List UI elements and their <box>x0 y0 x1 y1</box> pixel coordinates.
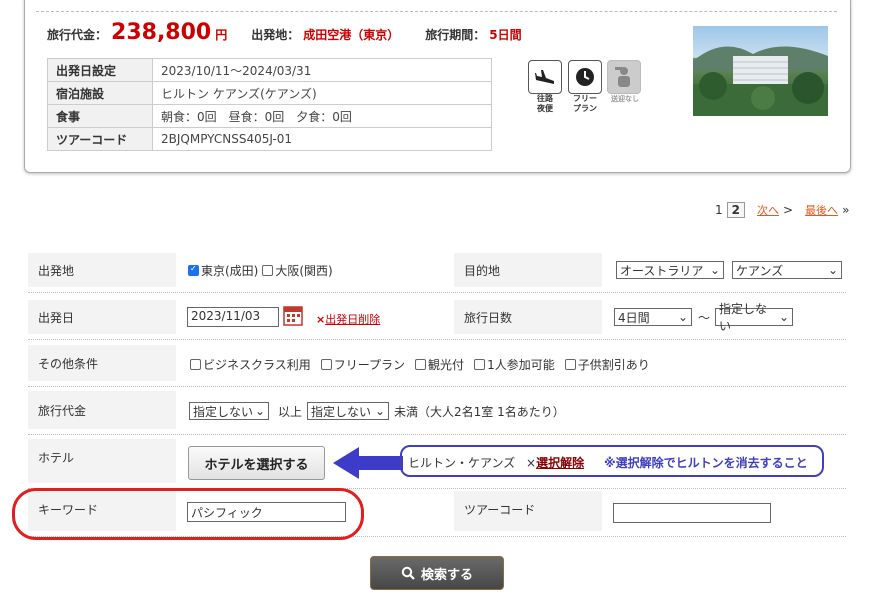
table-row: ツアーコード 2BJQMPYCNSS405J-01 <box>47 127 492 151</box>
days-separator: 〜 <box>698 311 711 325</box>
dep-osaka-checkbox[interactable] <box>262 265 274 276</box>
keyword-highlight-ellipse <box>12 488 364 540</box>
chevron-down-icon: ⌄ <box>827 263 838 277</box>
period-label: 旅行期間： <box>425 28 486 42</box>
guide-icon <box>607 60 641 94</box>
last-link[interactable]: 最後へ <box>805 202 838 218</box>
row-header: ツアーコード <box>47 127 153 151</box>
days-to-select[interactable]: 指定しない ⌄ <box>715 302 793 333</box>
chevron-down-icon: ⌄ <box>677 310 688 324</box>
next-arrow-icon: > <box>783 203 794 217</box>
dep-tokyo-label: 東京(成田) <box>201 264 259 278</box>
hotel-label: ホテル <box>28 439 176 483</box>
tour-info-table: 出発日設定 2023/10/11〜2024/03/31 宿泊施設 ヒルトン ケアンズ… <box>47 58 492 151</box>
chevron-down-icon: ⌄ <box>709 263 720 277</box>
option-free-plan[interactable]: フリープラン <box>320 356 405 373</box>
price-max-select[interactable]: 指定しない ⌄ <box>307 402 389 420</box>
option-solo[interactable]: 1人参加可能 <box>474 356 555 373</box>
arrow-left-icon <box>333 446 403 484</box>
price-filter-label: 旅行代金 <box>28 391 176 429</box>
calendar-icon[interactable] <box>283 304 303 330</box>
no-transfer-badge: 送迎なし <box>607 60 643 104</box>
search-button-label: 検索する <box>420 567 473 583</box>
page-2-current[interactable]: 2 <box>726 202 745 218</box>
hotel-clear-link[interactable]: 選択解除 <box>536 454 584 471</box>
option-sightseeing[interactable]: 観光付 <box>415 356 464 373</box>
search-icon <box>401 566 415 580</box>
next-link[interactable]: 次へ <box>757 202 779 218</box>
days-from-select[interactable]: 4日間 ⌄ <box>614 308 692 326</box>
last-arrow-icon: » <box>842 203 850 217</box>
free-plan-badge: フリー プラン <box>568 60 602 114</box>
badge-caption: フリー プラン <box>573 94 597 113</box>
option-business[interactable]: ビジネスクラス利用 <box>190 356 311 373</box>
night-flight-badge: 往路 夜便 <box>528 60 562 114</box>
select-hotel-button[interactable]: ホテルを選択する <box>188 446 325 480</box>
price-note: 未満（大人2名1室 1名あたり） <box>394 405 565 419</box>
days-label: 旅行日数 <box>454 300 602 334</box>
clock-icon <box>568 60 602 94</box>
close-icon: × <box>316 312 326 326</box>
search-button[interactable]: 検索する <box>370 556 504 590</box>
selected-hotel-name: ヒルトン・ケアンズ <box>408 456 516 470</box>
annotation-note: ※選択解除でヒルトンを消去すること <box>604 456 808 470</box>
hotel-photo <box>693 26 828 116</box>
destination-label: 目的地 <box>454 253 602 287</box>
row-value: 2BJQMPYCNSS405J-01 <box>152 127 492 151</box>
departure-options: 東京(成田) 大阪(関西) <box>188 262 333 279</box>
dep-osaka-label: 大阪(関西) <box>275 264 333 278</box>
price-min-select[interactable]: 指定しない ⌄ <box>189 402 269 420</box>
chevron-down-icon: ⌄ <box>254 404 265 418</box>
table-row: 出発日設定 2023/10/11〜2024/03/31 <box>47 58 492 82</box>
table-row: 食事 朝食：0回 昼食：0回 夕食：0回 <box>47 104 492 128</box>
row-value: ヒルトン ケアンズ(ケアンズ) <box>152 81 492 105</box>
row-header: 食事 <box>47 104 153 128</box>
price-label: 旅行代金： <box>47 28 108 42</box>
price-unit: 円 <box>215 28 228 42</box>
departure-label: 出発地： <box>251 28 300 42</box>
date-label: 出発日 <box>28 300 176 334</box>
divider <box>36 11 837 12</box>
tour-price: 238,800 <box>111 20 212 45</box>
row-value: 2023/10/11〜2024/03/31 <box>152 58 492 82</box>
date-clear: × 出発日削除 <box>316 311 380 327</box>
tour-summary: 旅行代金： 238,800 円 出発地： 成田空港（東京） 旅行期間： 5日間 <box>47 20 522 45</box>
tourcode-input[interactable] <box>613 503 771 523</box>
hotel-clear: × 選択解除 <box>526 454 584 471</box>
page-1[interactable]: 1 <box>715 203 723 217</box>
pagination: 1 2 次へ > 最後へ » <box>715 202 849 218</box>
country-select[interactable]: オーストラリア ⌄ <box>616 261 724 279</box>
table-row: 宿泊施設 ヒルトン ケアンズ(ケアンズ) <box>47 81 492 105</box>
date-clear-link[interactable]: 出発日削除 <box>325 311 380 327</box>
row-value: 朝食：0回 昼食：0回 夕食：0回 <box>152 104 492 128</box>
departure-label: 出発地 <box>28 253 176 287</box>
airplane-icon <box>528 60 562 94</box>
row-header: 出発日設定 <box>47 58 153 82</box>
date-input[interactable]: 2023/11/03 <box>187 307 279 327</box>
tourcode-label: ツアーコード <box>454 491 602 531</box>
city-select[interactable]: ケアンズ ⌄ <box>732 261 842 279</box>
badge-caption: 往路 夜便 <box>537 94 553 113</box>
other-label: その他条件 <box>28 345 176 381</box>
price-ijo: 以上 <box>278 405 303 419</box>
chevron-down-icon: ⌄ <box>778 310 789 324</box>
row-header: 宿泊施設 <box>47 81 153 105</box>
other-options: ビジネスクラス利用 フリープラン 観光付 1人参加可能 子供割引あり <box>190 356 650 373</box>
departure-value: 成田空港（東京） <box>303 28 400 42</box>
dep-tokyo-checkbox[interactable] <box>188 264 199 276</box>
chevron-down-icon: ⌄ <box>374 404 385 418</box>
option-child-discount[interactable]: 子供割引あり <box>564 356 650 373</box>
badge-caption: 送迎なし <box>611 95 639 103</box>
close-icon: × <box>526 455 537 470</box>
period-value: 5日間 <box>489 28 522 42</box>
